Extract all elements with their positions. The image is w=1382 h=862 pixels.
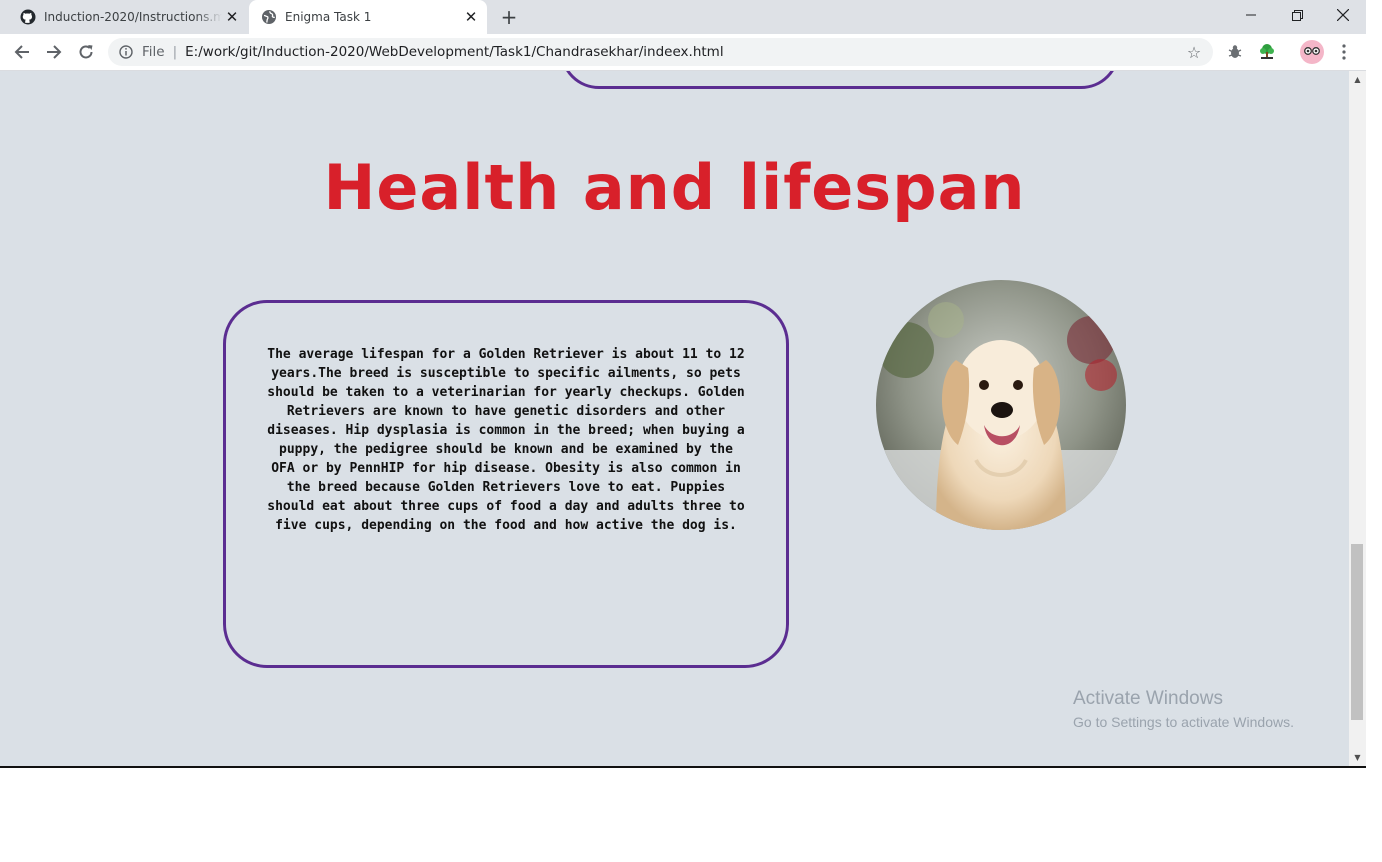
scroll-up-arrow-icon[interactable]: ▲	[1349, 71, 1366, 88]
github-icon	[20, 9, 36, 25]
close-tab-icon[interactable]: ✕	[222, 7, 242, 27]
browser-toolbar: File | E:/work/git/Induction-2020/WebDev…	[0, 34, 1366, 71]
previous-section-box	[560, 71, 1120, 89]
golden-retriever-photo	[876, 280, 1126, 530]
profile-avatar-icon[interactable]	[1300, 40, 1324, 64]
close-tab-icon[interactable]: ✕	[461, 7, 481, 27]
bookmark-star-icon[interactable]: ☆	[1185, 43, 1203, 62]
window-bottom-edge	[0, 766, 1366, 768]
url-text[interactable]: E:/work/git/Induction-2020/WebDevelopmen…	[185, 44, 723, 60]
reload-icon[interactable]	[72, 38, 100, 66]
lifespan-paragraph: The average lifespan for a Golden Retrie…	[267, 347, 745, 533]
back-arrow-icon[interactable]	[8, 38, 36, 66]
scheme-label: File	[142, 44, 165, 60]
tab-title: Enigma Task 1	[285, 10, 372, 24]
vertical-scrollbar[interactable]: ▲ ▼	[1349, 71, 1366, 766]
scrollbar-thumb[interactable]	[1351, 544, 1363, 720]
minimize-window-icon[interactable]	[1228, 0, 1274, 30]
tab-title: Induction-2020/Instructions.md at	[44, 10, 222, 24]
restore-window-icon[interactable]	[1274, 0, 1320, 30]
activate-windows-watermark: Activate Windows Go to Settings to activ…	[1073, 688, 1294, 730]
page-viewport: Health and lifespan The average lifespan…	[0, 71, 1349, 766]
tab-enigma-task[interactable]: Enigma Task 1 ✕	[249, 0, 487, 34]
info-icon[interactable]	[118, 44, 134, 60]
tree-extension-icon[interactable]	[1255, 40, 1279, 64]
watermark-subtitle: Go to Settings to activate Windows.	[1073, 714, 1294, 730]
tab-strip: Induction-2020/Instructions.md at ✕ Enig…	[0, 0, 1366, 34]
tab-github-instructions[interactable]: Induction-2020/Instructions.md at ✕	[8, 0, 248, 34]
lifespan-text-box: The average lifespan for a Golden Retrie…	[223, 300, 789, 668]
new-tab-button[interactable]: +	[498, 5, 520, 29]
forward-arrow-icon[interactable]	[40, 38, 68, 66]
menu-kebab-icon[interactable]	[1332, 40, 1356, 64]
address-bar[interactable]: File | E:/work/git/Induction-2020/WebDev…	[108, 38, 1213, 66]
close-window-icon[interactable]	[1320, 0, 1366, 30]
bug-extension-icon[interactable]	[1223, 40, 1247, 64]
scroll-down-arrow-icon[interactable]: ▼	[1349, 749, 1366, 766]
scheme-divider: |	[172, 44, 178, 60]
section-heading: Health and lifespan	[323, 151, 1026, 224]
watermark-title: Activate Windows	[1073, 688, 1223, 709]
globe-icon	[261, 9, 277, 25]
